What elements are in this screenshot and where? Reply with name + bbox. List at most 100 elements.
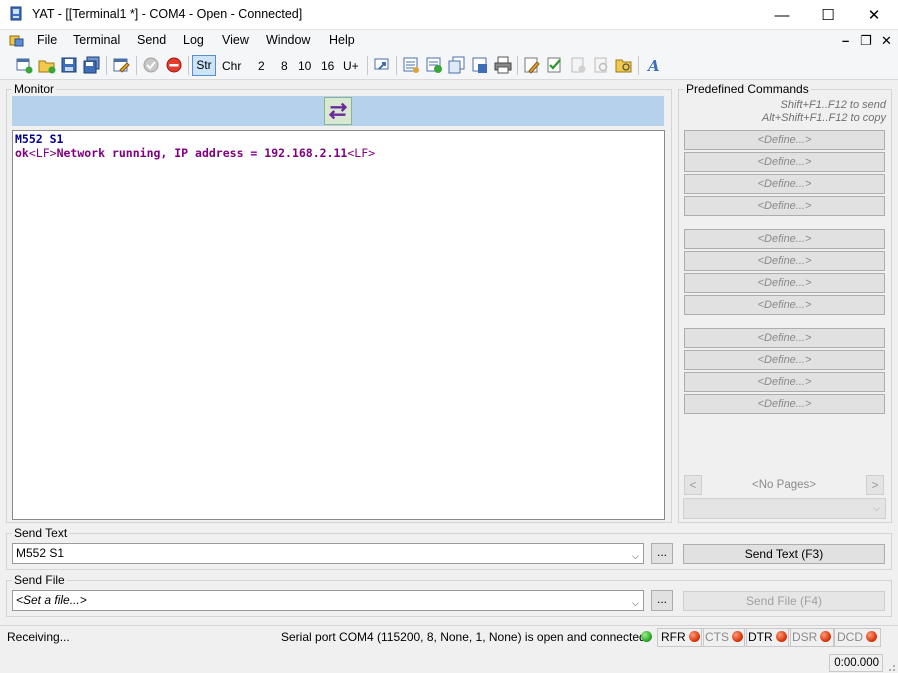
svg-text:A: A bbox=[646, 57, 660, 74]
terminal-doc-icon[interactable] bbox=[9, 34, 25, 48]
rfr-label: RFR bbox=[661, 630, 686, 644]
save-monitor-icon[interactable] bbox=[471, 56, 489, 74]
toolbar-separator bbox=[638, 56, 639, 75]
connection-led-icon bbox=[641, 631, 652, 642]
new-terminal-icon[interactable] bbox=[15, 56, 33, 74]
minimize-icon: — bbox=[774, 6, 790, 24]
mdi-minimize-button[interactable]: – bbox=[842, 33, 849, 48]
refresh-monitor-icon[interactable] bbox=[425, 56, 443, 74]
predefined-command-12[interactable]: <Define...> bbox=[684, 394, 885, 414]
dtr-label: DTR bbox=[748, 630, 773, 644]
log-on-icon[interactable] bbox=[546, 56, 564, 74]
mdi-restore-button[interactable]: ❐ bbox=[860, 33, 872, 49]
dsr-signal: DSR bbox=[788, 628, 836, 647]
predefined-command-2[interactable]: <Define...> bbox=[684, 152, 885, 172]
maximize-button[interactable]: ☐ bbox=[805, 0, 851, 30]
save-all-icon[interactable] bbox=[83, 56, 101, 74]
toolbar-separator bbox=[367, 56, 368, 75]
log-off-icon[interactable] bbox=[569, 56, 587, 74]
menu-view[interactable]: View bbox=[222, 33, 249, 47]
predefined-command-11[interactable]: <Define...> bbox=[684, 372, 885, 392]
rfr-signal[interactable]: RFR bbox=[657, 628, 704, 647]
page-select[interactable]: ⌵ bbox=[683, 498, 886, 519]
close-port-icon[interactable] bbox=[165, 56, 183, 74]
resize-grip-icon[interactable] bbox=[884, 660, 896, 672]
dtr-led-icon bbox=[775, 631, 787, 642]
send-file-browse-button[interactable]: ... bbox=[651, 590, 673, 611]
monitor-output[interactable]: M552 S1 ok<LF>Network running, IP addres… bbox=[12, 130, 665, 520]
predefined-command-9[interactable]: <Define...> bbox=[684, 328, 885, 348]
save-icon[interactable] bbox=[60, 56, 78, 74]
radix-bin-button[interactable]: 2 bbox=[258, 59, 265, 73]
radix-unicode-button[interactable]: U+ bbox=[343, 59, 359, 73]
predefined-label: Predefined Commands bbox=[684, 82, 811, 96]
rfr-led-icon bbox=[688, 631, 700, 642]
menu-help[interactable]: Help bbox=[329, 33, 355, 47]
app-icon bbox=[10, 6, 22, 21]
monitor-line-rx: ok<LF>Network running, IP address = 192.… bbox=[15, 146, 662, 160]
send-text-input[interactable]: M552 S1 ⌵ bbox=[12, 543, 644, 564]
menu-terminal[interactable]: Terminal bbox=[73, 33, 120, 47]
open-port-icon[interactable] bbox=[142, 56, 160, 74]
send-to-monitor-icon[interactable] bbox=[373, 56, 391, 74]
send-file-label: Send File bbox=[12, 573, 67, 587]
close-button[interactable]: ✕ bbox=[851, 0, 897, 30]
send-file-input[interactable]: <Set a file...> ⌵ bbox=[12, 590, 644, 611]
predefined-command-4[interactable]: <Define...> bbox=[684, 196, 885, 216]
send-text-options-button[interactable]: ... bbox=[651, 543, 673, 564]
send-text-button[interactable]: Send Text (F3) bbox=[683, 544, 885, 564]
print-icon[interactable] bbox=[494, 56, 512, 74]
cts-label: CTS bbox=[705, 630, 729, 644]
toolbar-separator bbox=[106, 56, 107, 75]
predefined-command-1[interactable]: <Define...> bbox=[684, 130, 885, 150]
predefined-command-7[interactable]: <Define...> bbox=[684, 273, 885, 293]
cts-led-icon bbox=[732, 631, 743, 642]
bidirectional-icon[interactable] bbox=[324, 97, 352, 125]
radix-string-button[interactable]: Str bbox=[192, 55, 216, 76]
dtr-signal[interactable]: DTR bbox=[744, 628, 791, 647]
minimize-button[interactable]: — bbox=[759, 0, 805, 30]
radix-dec-button[interactable]: 10 bbox=[298, 59, 311, 73]
edit-log-icon[interactable] bbox=[523, 56, 541, 74]
menu-window[interactable]: Window bbox=[266, 33, 310, 47]
status-message: Receiving... bbox=[7, 630, 70, 644]
radix-oct-button[interactable]: 8 bbox=[281, 59, 288, 73]
window-title: YAT - [[Terminal1 *] - COM4 - Open - Con… bbox=[32, 7, 303, 21]
monitor-label: Monitor bbox=[12, 82, 57, 96]
toolbar-separator bbox=[136, 56, 137, 75]
menu-bar bbox=[0, 30, 898, 52]
page-label: <No Pages> bbox=[752, 479, 816, 491]
predefined-hint-send: Shift+F1..F12 to send bbox=[780, 99, 886, 111]
menu-log[interactable]: Log bbox=[183, 33, 204, 47]
format-icon[interactable]: A bbox=[645, 56, 663, 74]
next-page-button[interactable]: > bbox=[866, 475, 884, 495]
predefined-command-6[interactable]: <Define...> bbox=[684, 251, 885, 271]
chevron-down-icon[interactable]: ⌵ bbox=[632, 547, 639, 566]
predefined-command-5[interactable]: <Define...> bbox=[684, 229, 885, 249]
predefined-command-10[interactable]: <Define...> bbox=[684, 350, 885, 370]
find-log-icon[interactable] bbox=[592, 56, 610, 74]
open-log-folder-icon[interactable] bbox=[615, 56, 633, 74]
menu-send[interactable]: Send bbox=[137, 33, 166, 47]
open-terminal-icon[interactable] bbox=[38, 56, 56, 74]
dcd-led-icon bbox=[866, 631, 877, 642]
predefined-command-3[interactable]: <Define...> bbox=[684, 174, 885, 194]
elapsed-time: 0:00.000 bbox=[829, 654, 883, 672]
menu-file[interactable]: File bbox=[37, 33, 57, 47]
toolbar-separator bbox=[396, 56, 397, 75]
mdi-close-button[interactable]: ✕ bbox=[881, 33, 892, 49]
chevron-down-icon[interactable]: ⌵ bbox=[632, 594, 639, 613]
copy-monitor-icon[interactable] bbox=[448, 56, 466, 74]
predefined-command-8[interactable]: <Define...> bbox=[684, 295, 885, 315]
previous-page-button[interactable]: < bbox=[684, 475, 702, 495]
radix-hex-button[interactable]: 16 bbox=[321, 59, 334, 73]
maximize-icon: ☐ bbox=[821, 7, 835, 24]
close-icon: ✕ bbox=[867, 7, 881, 24]
dcd-signal: DCD bbox=[833, 628, 881, 647]
terminal-settings-icon[interactable] bbox=[112, 56, 130, 74]
monitor-settings-icon[interactable] bbox=[402, 56, 420, 74]
send-file-button[interactable]: Send File (F4) bbox=[683, 591, 885, 611]
rx-control-char: <LF> bbox=[347, 146, 376, 160]
radix-char-button[interactable]: Chr bbox=[222, 59, 241, 73]
tx-text: M552 S1 bbox=[15, 132, 64, 146]
